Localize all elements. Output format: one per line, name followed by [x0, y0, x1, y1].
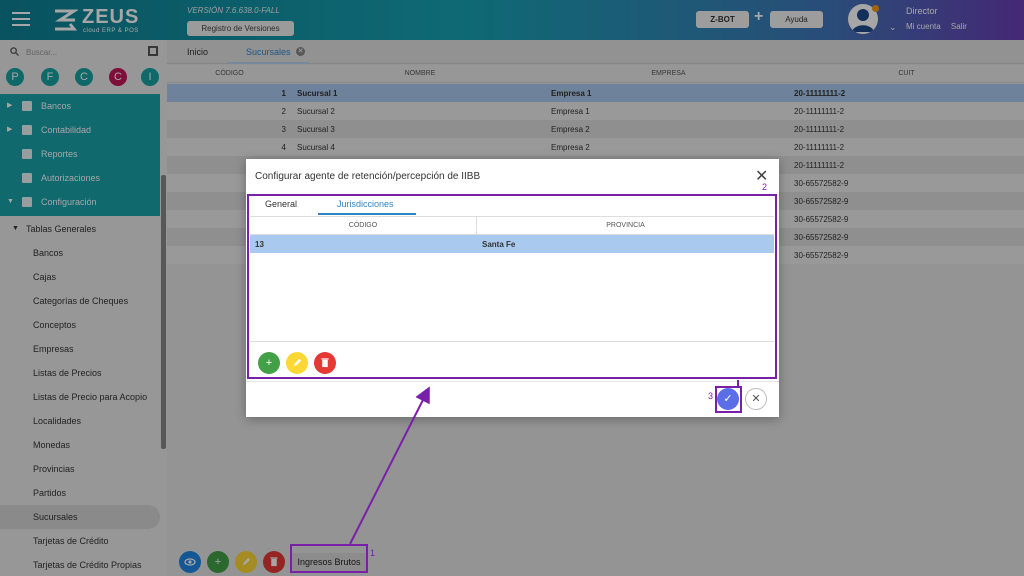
annotation-box-3 [715, 386, 742, 413]
dialog-footer-divider [246, 381, 779, 382]
annotation-box-1 [290, 544, 368, 573]
annotation-number-3: 3 [708, 391, 714, 401]
cancel-button[interactable]: ✕ [745, 388, 767, 410]
annotation-box-2 [247, 194, 777, 379]
dialog-title: Configurar agente de retención/percepció… [255, 171, 481, 182]
annotation-number-1: 1 [370, 548, 376, 558]
annotation-number-2: 2 [762, 182, 768, 192]
